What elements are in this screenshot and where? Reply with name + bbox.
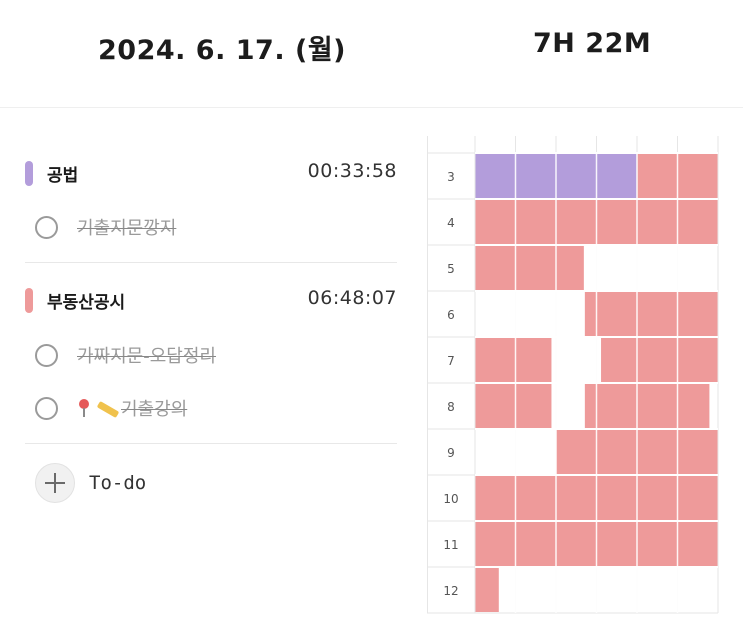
hour-label: 9 (447, 446, 455, 460)
timetable: 3 4 5 6 7 8 9 10 11 12 (427, 136, 719, 619)
subject-header[interactable]: 공법 00:33:58 (25, 158, 397, 186)
task-checkbox[interactable] (35, 397, 58, 420)
study-block[interactable] (601, 338, 718, 382)
subject-header[interactable]: 부동산공시 06:48:07 (25, 285, 397, 313)
subject-time: 00:33:58 (307, 160, 397, 182)
study-block[interactable] (475, 568, 499, 612)
task-checkbox[interactable] (35, 344, 58, 367)
subject-list: 공법 00:33:58 기출지문깡지 부동산공시 06:48:07 가짜지문-오… (0, 108, 420, 619)
hour-label: 6 (447, 308, 455, 322)
hour-label: 10 (443, 492, 458, 506)
plus-icon[interactable] (35, 463, 75, 503)
add-todo-button[interactable]: To-do (35, 463, 235, 505)
pin-icon (77, 399, 91, 417)
study-block[interactable] (475, 338, 552, 382)
task-label: 가짜지문-오답정리 (77, 346, 216, 367)
divider (25, 262, 397, 263)
todo-label: To-do (89, 472, 147, 494)
study-block[interactable] (584, 384, 710, 428)
study-block[interactable] (475, 384, 552, 428)
task-item[interactable]: 가짜지문-오답정리 (35, 340, 395, 370)
task-item[interactable]: 기출강의 (35, 393, 395, 423)
hour-label: 4 (447, 216, 455, 230)
study-block[interactable] (475, 246, 584, 290)
subject-name: 부동산공시 (47, 293, 126, 313)
subject-time: 06:48:07 (307, 287, 397, 309)
header: 2024. 6. 17. (월) 7H 22M (0, 0, 743, 108)
subject-color-bar (25, 288, 33, 313)
date-title[interactable]: 2024. 6. 17. (월) (98, 28, 346, 67)
hour-label: 3 (447, 170, 455, 184)
study-block[interactable] (584, 292, 718, 336)
task-label: 기출지문깡지 (77, 218, 177, 239)
timetable-grid: 3 4 5 6 7 8 9 10 11 12 (427, 136, 719, 614)
pencil-icon (96, 400, 120, 419)
hour-label: 8 (447, 400, 455, 414)
divider (25, 443, 397, 444)
task-item[interactable]: 기출지문깡지 (35, 212, 395, 242)
hour-label: 5 (447, 262, 455, 276)
hour-label: 12 (443, 584, 458, 598)
task-label: 기출강의 (121, 399, 188, 420)
subject-name: 공법 (47, 166, 79, 186)
hour-label: 11 (443, 538, 458, 552)
subject-color-bar (25, 161, 33, 186)
task-label-group: 기출강의 (77, 395, 187, 421)
task-checkbox[interactable] (35, 216, 58, 239)
total-study-time: 7H 22M (533, 28, 652, 59)
hour-label: 7 (447, 354, 455, 368)
